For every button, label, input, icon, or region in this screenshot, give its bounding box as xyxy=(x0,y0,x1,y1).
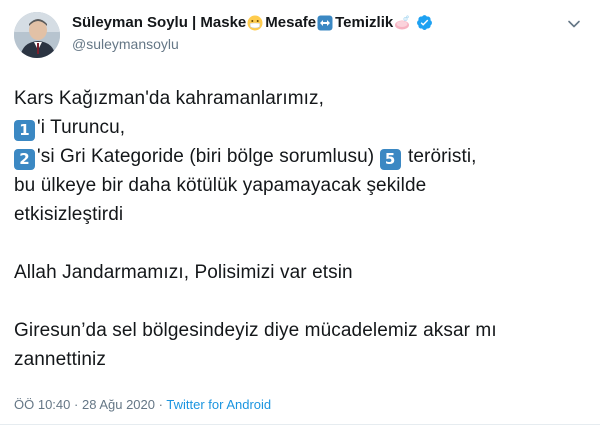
author-handle[interactable]: @suleymansoylu xyxy=(72,36,179,52)
tweet-line: Kars Kağızman'da kahramanlarımız, xyxy=(14,88,324,109)
display-name[interactable]: Süleyman Soylu | Maske xyxy=(72,14,246,31)
left-right-arrow-emoji-icon xyxy=(317,15,333,31)
keycap-one-icon: 1 xyxy=(14,120,35,141)
keycap-two-icon: 2 xyxy=(14,149,35,170)
divider xyxy=(0,424,600,425)
meta-separator: · xyxy=(74,397,79,412)
keycap-five-icon: 5 xyxy=(379,149,401,170)
tweet-meta: ÖÖ 10:40 · 28 Ağu 2020 · Twitter for And… xyxy=(14,397,271,412)
soap-emoji-icon xyxy=(394,14,410,31)
tweet-line: bu ülkeye bir daha kötülük yapamayacak ş… xyxy=(14,175,427,196)
verified-badge-icon xyxy=(416,14,433,31)
author-name[interactable]: Süleyman Soylu | Maske Mesafe Temizlik xyxy=(72,14,433,31)
tweet-date[interactable]: 28 Ağu 2020 xyxy=(82,397,155,412)
tweet-line: zannettiniz xyxy=(14,349,106,370)
tweet-line: 2'si Gri Kategoride (biri bölge sorumlus… xyxy=(14,142,594,171)
avatar[interactable] xyxy=(14,12,60,58)
display-name-word3[interactable]: Temizlik xyxy=(335,14,393,31)
tweet-text: Kars Kağızman'da kahramanlarımız, 1'i Tu… xyxy=(14,84,594,374)
tweet-line: Giresun’da sel bölgesindeyiz diye mücade… xyxy=(14,320,497,341)
tweet-time[interactable]: ÖÖ 10:40 xyxy=(14,397,70,412)
display-name-word2[interactable]: Mesafe xyxy=(265,14,316,31)
tweet-line: etkisizleştirdi xyxy=(14,204,124,225)
chevron-down-icon[interactable] xyxy=(566,16,582,32)
tweet-line: 1'i Turuncu, xyxy=(14,113,594,142)
tweet-line: Allah Jandarmamızı, Polisimizi var etsin xyxy=(14,262,353,283)
mask-face-emoji-icon xyxy=(247,15,263,31)
tweet-card: Süleyman Soylu | Maske Mesafe Temizlik @… xyxy=(0,0,600,426)
tweet-source-link[interactable]: Twitter for Android xyxy=(166,397,271,412)
profile-photo-icon xyxy=(14,12,60,58)
meta-separator: · xyxy=(158,397,163,412)
